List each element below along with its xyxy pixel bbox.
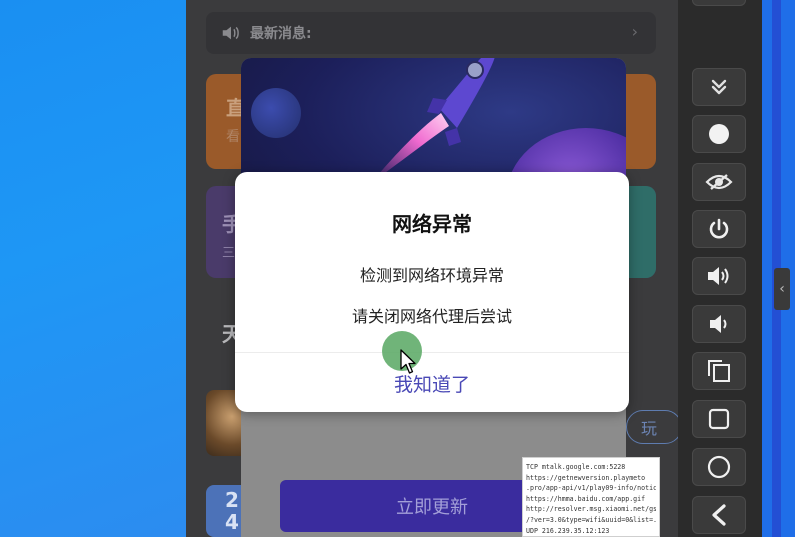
back-arrow-icon bbox=[712, 504, 726, 526]
rotate-button[interactable] bbox=[692, 352, 746, 390]
log-line: https://hmma.baidu.com/app.gif bbox=[526, 494, 646, 503]
recents-button[interactable] bbox=[692, 400, 746, 438]
dialog-divider bbox=[235, 352, 629, 353]
rotate-screen-icon bbox=[708, 360, 730, 382]
circle-home-icon bbox=[707, 455, 731, 479]
window-edge: ‹ bbox=[762, 0, 795, 537]
dialog-message: 检测到网络环境异常 bbox=[359, 266, 504, 285]
log-line: /?ver=3.0&type=wifi&uuid=0&list=.. bbox=[526, 515, 656, 524]
home-button[interactable] bbox=[692, 448, 746, 486]
hide-eye-icon bbox=[705, 174, 733, 190]
chevron-double-down-icon bbox=[711, 79, 727, 95]
power-button[interactable] bbox=[692, 210, 746, 248]
dialog-message: 请关闭网络代理后尝试 bbox=[351, 307, 512, 326]
back-button[interactable] bbox=[692, 496, 746, 534]
log-line: .pro/app-api/v1/play09-info/notice.. bbox=[526, 484, 656, 493]
network-error-dialog: 网络异常 检测到网络环境异常 请关闭网络代理后尝试 我知道了 bbox=[235, 172, 629, 412]
toolbar-button[interactable] bbox=[692, 0, 746, 6]
log-line: http://resolver.msg.xiaomi.net/gslb bbox=[526, 505, 656, 514]
desktop-background bbox=[0, 0, 186, 537]
expand-panel-handle[interactable]: ‹ bbox=[774, 268, 790, 310]
square-recents-icon bbox=[708, 408, 730, 430]
emulator-control-bar bbox=[678, 0, 762, 537]
mouse-pointer-icon bbox=[400, 349, 416, 374]
volume-down-button[interactable] bbox=[692, 305, 746, 343]
chevron-left-icon: ‹ bbox=[779, 281, 785, 297]
record-dot-icon bbox=[709, 124, 729, 144]
dialog-title: 网络异常 bbox=[392, 212, 472, 236]
volume-up-button[interactable] bbox=[692, 257, 746, 295]
log-line: https://getnewversion.playmeto bbox=[526, 473, 646, 482]
log-line: UDP 216.239.35.12:123 bbox=[526, 526, 610, 535]
volume-down-icon bbox=[710, 315, 727, 333]
record-button[interactable] bbox=[692, 115, 746, 153]
network-log-popup: TCP mtalk.google.com:5228 https://getnew… bbox=[522, 457, 660, 537]
power-icon bbox=[709, 218, 729, 239]
chevron-double-down-button[interactable] bbox=[692, 68, 746, 106]
log-line: TCP mtalk.google.com:5228 bbox=[526, 463, 626, 471]
volume-up-icon bbox=[708, 267, 729, 285]
hide-button[interactable] bbox=[692, 163, 746, 201]
got-it-button[interactable]: 我知道了 bbox=[235, 370, 629, 397]
